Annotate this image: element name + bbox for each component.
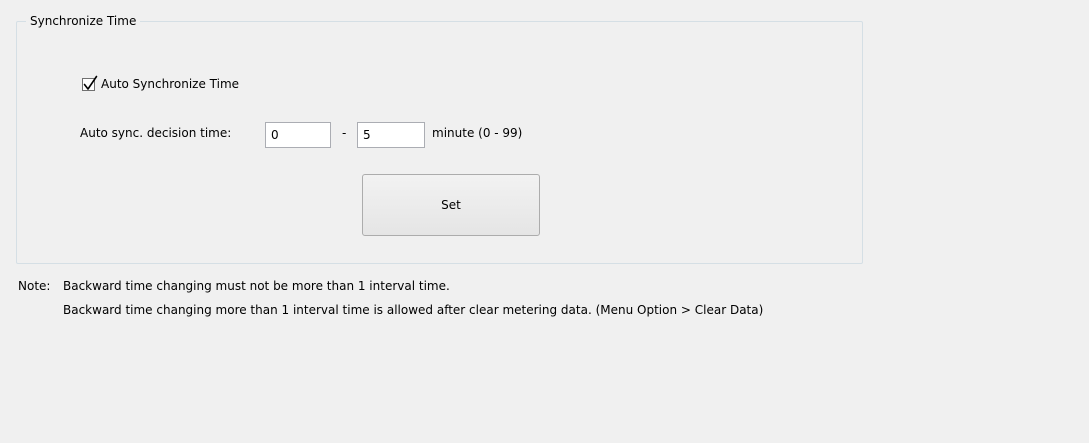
auto-synchronize-checkbox[interactable] <box>82 75 98 91</box>
auto-synchronize-checkbox-row[interactable]: Auto Synchronize Time <box>82 75 239 93</box>
checkmark-icon <box>83 75 98 90</box>
groupbox-title: Synchronize Time <box>26 13 141 29</box>
auto-synchronize-label[interactable]: Auto Synchronize Time <box>101 77 239 91</box>
decision-time-from-input[interactable] <box>265 122 331 148</box>
decision-time-label: Auto sync. decision time: <box>80 126 232 140</box>
range-separator: - <box>342 126 347 140</box>
note-prefix: Note: <box>18 279 51 293</box>
decision-time-to-input[interactable] <box>357 122 425 148</box>
set-button[interactable]: Set <box>362 174 540 236</box>
note-line-2: Backward time changing more than 1 inter… <box>63 303 764 317</box>
decision-time-unit-label: minute (0 - 99) <box>432 126 523 140</box>
note-line-1: Backward time changing must not be more … <box>63 279 450 293</box>
